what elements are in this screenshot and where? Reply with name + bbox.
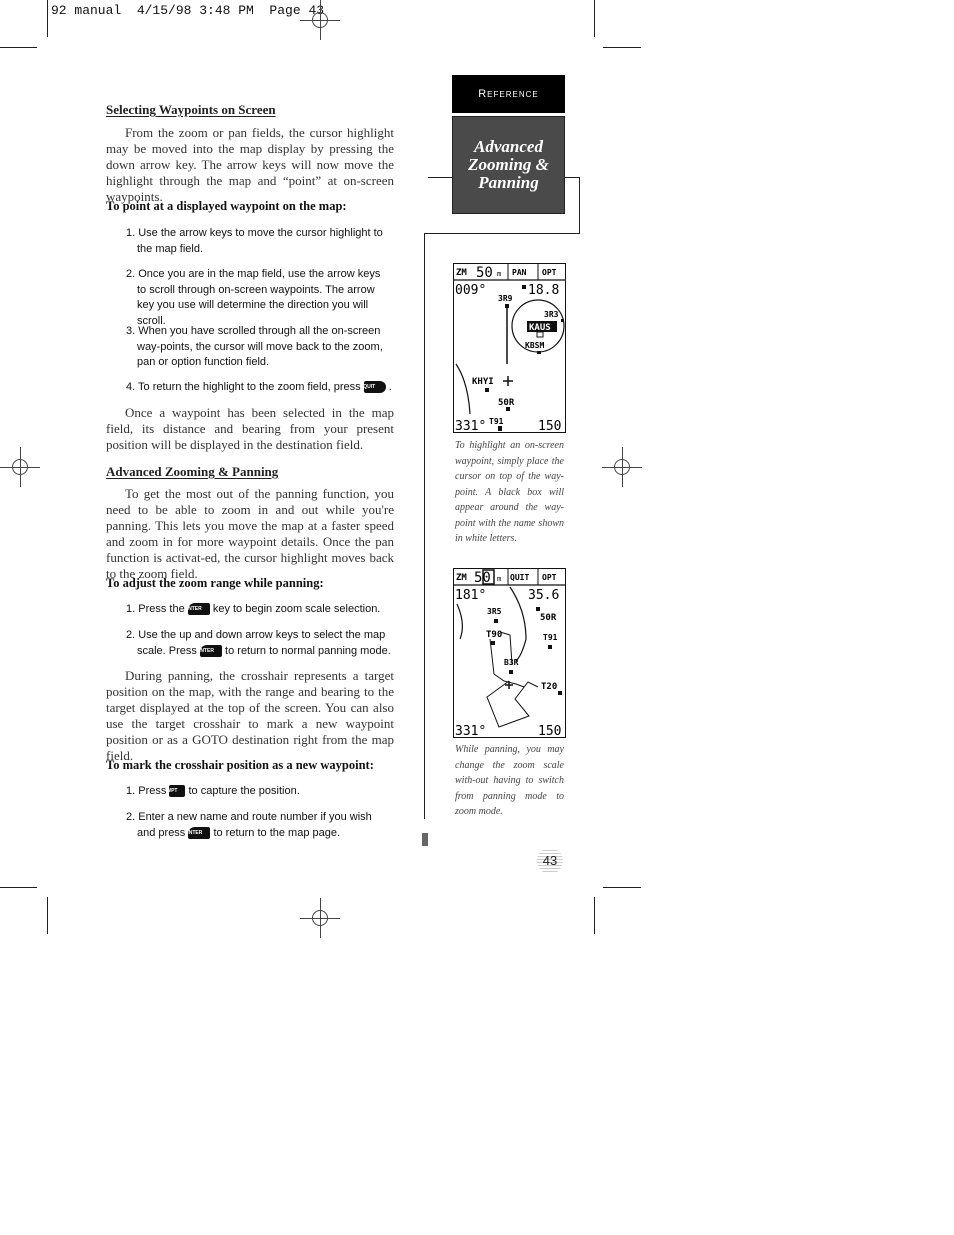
enter-key-icon: ENTER [197,644,222,657]
quit-key-icon: QUIT [363,381,386,394]
crop-mark [0,887,37,888]
waypoint-label: 3R3 [544,310,559,319]
rule [424,233,580,234]
zoom-unit: m [497,575,501,583]
subheading: To mark the crosshair position as a new … [106,758,374,772]
waypoint-label: 50R [498,398,515,408]
crop-mark [603,887,641,888]
figure-caption: While panning, you may change the zoom s… [455,744,564,817]
waypoint-label: T91 [489,417,504,426]
waypoint-label: 3R9 [498,294,513,303]
bearing-readout: 181° [455,588,486,603]
zoom-unit: m [497,270,501,278]
crop-mark [47,0,48,37]
map-display: ZM 50 m PAN OPT 009° 18.8 3R9 3R3 KAUS K… [454,264,565,432]
step-item: 1. Press the [126,603,185,615]
title-line: Panning [478,173,539,192]
print-slug: 92 manual 4/15/98 3:48 PM Page 43 [51,3,325,18]
opt-button: OPT [542,268,557,277]
waypoint-label: KHYI [472,377,494,387]
registration-mark [300,898,340,938]
rule [579,177,580,233]
figure-caption: To highlight an on-screen waypoint, simp… [455,440,564,544]
step-item: 4. To return the highlight to the zoom f… [126,381,361,393]
subheading: To point at a displayed waypoint on the … [106,199,347,213]
paragraph: From the zoom or pan fields, the cursor … [106,125,394,204]
distance-readout: 35.6 [528,588,559,603]
waypoint-label: 3R5 [487,607,502,616]
enter-key-icon: ENTER [185,603,210,616]
step-item: 1. Press [126,785,167,797]
marker-block [422,833,428,846]
step-item: 3. When you have scrolled through all th… [126,325,383,368]
section-heading: Advanced Zooming & Panning [106,464,279,479]
page-number: 43 [537,848,563,874]
registration-mark [0,447,40,487]
crop-mark [594,897,595,934]
waypoint-label: 50R [540,613,557,623]
bearing-readout: 009° [455,283,486,298]
crop-mark [47,897,48,934]
paragraph: To get the most out of the panning funct… [106,486,394,581]
section-tab: Reference [452,75,565,113]
chapter-title-box: Advanced Zooming & Panning [452,116,565,214]
waypoint-label: T90 [486,630,502,640]
gps-screen-2: ZM 50 m QUIT OPT 181° 35.6 3R5 50R T90 T… [453,568,566,738]
waypoint-label: B3R [504,658,519,667]
registration-mark [300,0,340,40]
step-item: 2. Once you are in the map field, use th… [126,268,381,327]
waypoint-label: T91 [543,633,558,642]
zoom-label: ZM [456,573,467,583]
waypoint-label: T20 [541,682,557,692]
rule [428,177,452,178]
title-line: Zooming & [468,155,549,174]
registration-mark [602,447,642,487]
title-line: Advanced [474,137,543,156]
pan-button: PAN [512,268,527,277]
crop-mark [603,47,641,48]
rule [565,177,579,178]
track-readout: 331° [455,419,486,432]
map-display: ZM 50 m QUIT OPT 181° 35.6 3R5 50R T90 T… [454,569,565,737]
wpt-key-icon: WPT [166,785,186,798]
zoom-label: ZM [456,268,467,278]
step-item-suffix: to return to normal panning mode. [225,644,391,657]
section-heading: Selecting Waypoints on Screen [106,102,276,117]
step-item-suffix: key to begin zoom scale selection. [212,603,381,615]
waypoint-label: KBSM [525,341,544,350]
distance-readout: 18.8 [528,283,559,298]
speed-readout: 150 [538,419,561,432]
opt-button: OPT [542,573,557,582]
step-item-suffix: to capture the position. [188,785,300,797]
enter-key-icon: ENTER [185,826,211,839]
quit-button: QUIT [510,573,529,582]
track-readout: 331° [455,724,486,737]
paragraph: During panning, the crosshair represents… [106,668,394,763]
zoom-value: 50 [476,265,493,281]
crop-mark [0,47,37,48]
paragraph: Once a waypoint has been selected in the… [106,405,394,452]
step-item: 1. Use the arrow keys to move the cursor… [126,227,383,255]
crop-mark [594,0,595,37]
step-item-suffix: to return to the map page. [213,826,341,839]
speed-readout: 150 [538,724,561,737]
gps-screen-1: ZM 50 m PAN OPT 009° 18.8 3R9 3R3 KAUS K… [453,263,566,433]
subheading: To adjust the zoom range while panning: [106,576,324,590]
rule [424,233,425,819]
